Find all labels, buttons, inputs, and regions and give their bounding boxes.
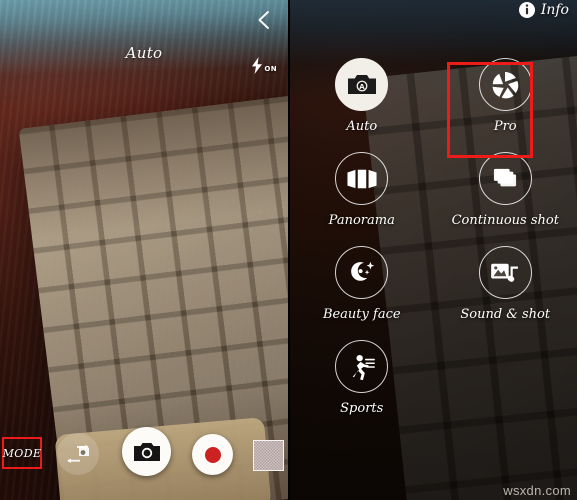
camera-bottom-toolbar: MODE — [0, 427, 288, 500]
info-icon — [518, 2, 535, 18]
mode-item-label: Pro — [493, 119, 517, 134]
mode-item-auto[interactable]: A Auto — [290, 58, 434, 134]
record-dot-icon — [204, 446, 221, 463]
mode-item-label: Sound & shot — [460, 307, 551, 322]
info-button-label: Info — [540, 2, 569, 18]
site-watermark: wsxdn.com — [503, 483, 571, 498]
switch-camera-button[interactable] — [57, 433, 99, 475]
mode-grid: A Auto Pro Panorama Continuous shot Beau… — [290, 58, 577, 416]
mode-item-sports[interactable]: Sports — [290, 340, 434, 416]
chevron-left-icon[interactable] — [252, 8, 276, 32]
mode-button[interactable]: MODE — [2, 437, 42, 469]
viewfinder-preview-image — [0, 0, 288, 500]
panorama-icon — [335, 152, 389, 205]
flash-icon — [251, 57, 263, 74]
shooting-mode-panel: Info A Auto Pro Panorama Continuous shot… — [288, 0, 577, 500]
flash-state-label: ON — [264, 65, 277, 73]
mode-button-label: MODE — [2, 446, 42, 460]
mode-item-beauty-face[interactable]: Beauty face — [290, 246, 434, 322]
record-video-button[interactable] — [192, 434, 233, 475]
sound-and-shot-icon — [478, 246, 532, 299]
mode-item-label: Panorama — [328, 213, 395, 228]
gallery-thumbnail[interactable] — [253, 440, 284, 471]
mode-item-label: Beauty face — [322, 307, 401, 322]
flash-toggle[interactable]: ON — [251, 57, 277, 74]
svg-text:A: A — [359, 83, 365, 91]
sports-runner-icon — [335, 340, 389, 393]
shutter-button[interactable] — [122, 427, 171, 476]
screenshot-root: Auto ON MODE Info A Auto Pro Panorama Co… — [0, 0, 577, 500]
burst-shot-icon — [478, 152, 532, 205]
info-button[interactable]: Info — [518, 2, 569, 18]
mode-item-continuous-shot[interactable]: Continuous shot — [434, 152, 577, 228]
camera-icon — [133, 442, 160, 462]
beauty-face-icon — [335, 246, 389, 299]
mode-item-label: Auto — [346, 119, 378, 134]
current-mode-label: Auto — [125, 44, 163, 62]
mode-item-label: Sports — [340, 401, 384, 416]
mode-item-panorama[interactable]: Panorama — [290, 152, 434, 228]
camera-viewfinder-panel: Auto ON MODE — [0, 0, 288, 500]
aperture-icon — [478, 58, 532, 111]
switch-camera-icon — [65, 444, 91, 464]
mode-item-label: Continuous shot — [451, 213, 559, 228]
mode-item-sound-and-shot[interactable]: Sound & shot — [434, 246, 577, 322]
mode-item-pro[interactable]: Pro — [434, 58, 577, 134]
camera-auto-icon: A — [335, 58, 389, 111]
